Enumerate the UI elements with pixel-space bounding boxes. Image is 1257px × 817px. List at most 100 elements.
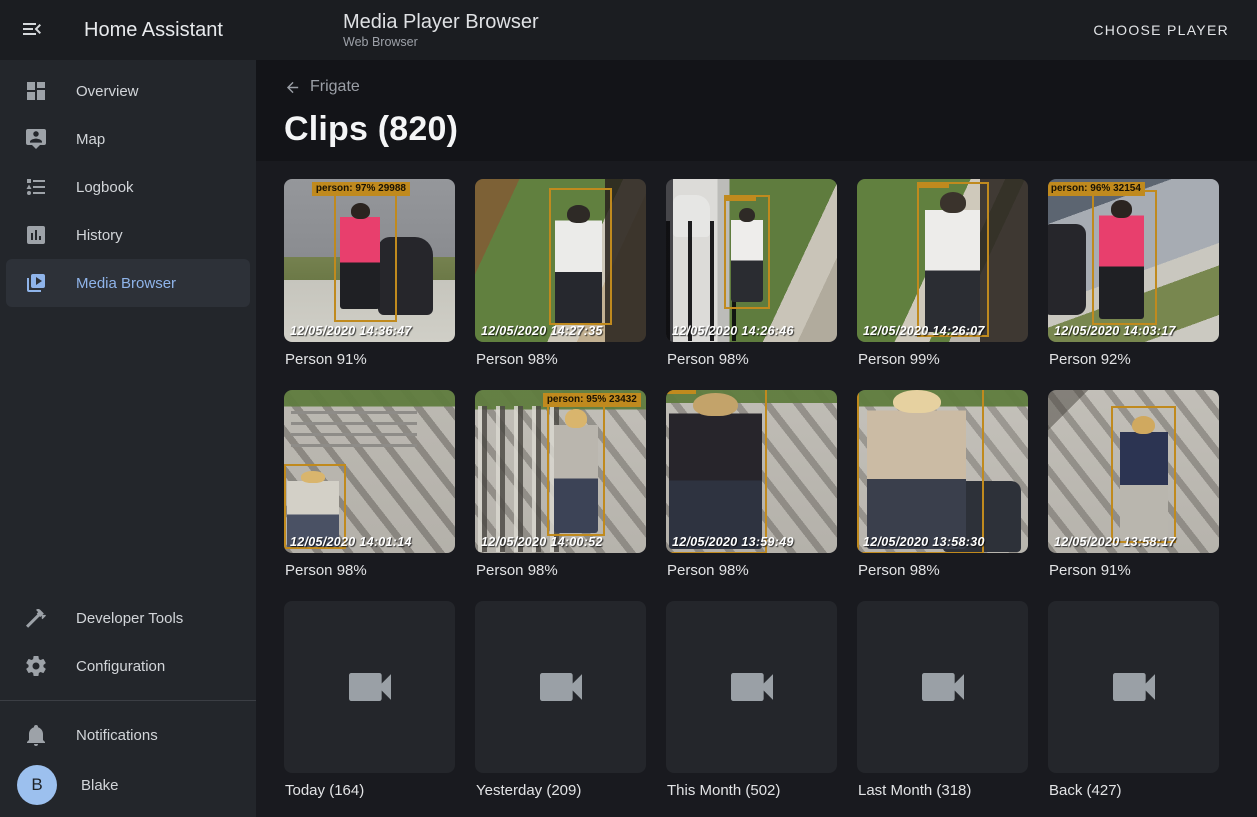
clip-cell: 12/05/2020 14:27:35 Person 98% [475,179,646,390]
detection-bounding-box [547,401,605,536]
clip-cell: 12/05/2020 13:58:30 Person 98% [857,390,1028,601]
clip-caption: Person 99% [858,351,1027,369]
folder-cell: Yesterday (209) [475,601,646,817]
video-icon [342,659,398,715]
clip-caption: Person 91% [285,351,454,369]
clip-timestamp-overlay: 12/05/2020 13:58:30 [863,535,985,549]
clip-thumbnail[interactable]: 12/05/2020 13:58:30 [857,390,1028,553]
clip-timestamp-overlay: 12/05/2020 14:00:52 [481,535,603,549]
detection-badge: person: 96% 32154 [1048,182,1145,196]
sidebar-item-overview[interactable]: Overview [6,67,250,115]
sidebar-item-label: Configuration [76,658,165,675]
page-header-subtitle: Web Browser [343,34,539,50]
sidebar-item-notifications[interactable]: Notifications [6,711,250,759]
sidebar-item-label: Developer Tools [76,610,183,627]
avatar: B [17,765,57,805]
media-folder-last-month[interactable] [857,601,1028,773]
clip-thumbnail[interactable]: 12/05/2020 13:58:17 [1048,390,1219,553]
page-title: Clips (820) [284,110,1257,149]
sidebar-item-label: History [76,227,123,244]
clip-timestamp-overlay: 12/05/2020 13:59:49 [672,535,794,549]
media-header: Frigate Clips (820) [256,60,1257,161]
detection-bounding-box [666,390,767,553]
clip-cell: 12/05/2020 14:26:46 Person 98% [666,179,837,390]
notifications-label: Notifications [76,727,158,744]
media-folder-this-month[interactable] [666,601,837,773]
clip-thumbnail[interactable]: 12/05/2020 13:59:49 [666,390,837,553]
clip-timestamp-overlay: 12/05/2020 14:26:07 [863,324,985,338]
media-folder-back[interactable] [1048,601,1219,773]
clip-thumbnail[interactable]: 12/05/2020 14:26:46 [666,179,837,342]
clip-cell: 12/05/2020 13:59:49 Person 98% [666,390,837,601]
media-folder-yesterday[interactable] [475,601,646,773]
clip-cell: 12/05/2020 14:26:07 Person 99% [857,179,1028,390]
menu-open-icon [20,17,44,44]
folder-cell: This Month (502) [666,601,837,817]
folder-cell: Back (427) [1048,601,1219,817]
breadcrumb-label: Frigate [310,78,360,96]
sidebar-item-profile[interactable]: B Blake [6,759,250,811]
detection-bounding-box [334,193,397,322]
sidebar-item-map[interactable]: Map [6,115,250,163]
clip-thumbnail[interactable]: person: 96% 3215412/05/2020 14:03:17 [1048,179,1219,342]
sidebar-item-label: Map [76,131,105,148]
clip-cell: 12/05/2020 14:01:14 Person 98% [284,390,455,601]
clip-caption: Person 98% [667,351,836,369]
sidebar-item-developer-tools[interactable]: Developer Tools [6,594,250,642]
user-name: Blake [81,777,119,794]
sidebar-item-label: Logbook [76,179,134,196]
clip-thumbnail[interactable]: person: 95% 2343212/05/2020 14:00:52 [475,390,646,553]
clip-timestamp-overlay: 12/05/2020 14:01:14 [290,535,412,549]
folder-cell: Last Month (318) [857,601,1028,817]
clip-thumbnail[interactable]: 12/05/2020 14:27:35 [475,179,646,342]
clip-cell: 12/05/2020 13:58:17Person 91% [1048,390,1219,601]
detection-bounding-box [1092,190,1157,325]
sidebar-item-label: Overview [76,83,139,100]
media-player-header: Media Player Browser Web Browser [343,0,539,60]
detection-bounding-box [724,195,770,309]
clip-thumbnail[interactable]: person: 97% 2998812/05/2020 14:36:47 [284,179,455,342]
hammer-icon [24,606,76,630]
media-grid: person: 97% 2998812/05/2020 14:36:47 Pers… [256,161,1257,817]
clip-caption: Person 98% [476,562,645,580]
clip-caption: Person 98% [285,562,454,580]
clip-timestamp-overlay: 12/05/2020 14:26:46 [672,324,794,338]
chart-box-icon [24,223,76,247]
folder-cell: Today (164) [284,601,455,817]
clip-timestamp-overlay: 12/05/2020 14:36:47 [290,324,412,338]
clip-timestamp-overlay: 12/05/2020 13:58:17 [1054,535,1176,549]
media-folder-today[interactable] [284,601,455,773]
account-tooltip-icon [24,127,76,151]
arrow-left-icon [284,79,301,96]
clip-cell: person: 96% 3215412/05/2020 14:03:17Pers… [1048,179,1219,390]
play-box-multiple-icon [24,271,76,295]
app-title: Home Assistant [84,19,223,42]
sidebar-item-logbook[interactable]: Logbook [6,163,250,211]
clip-caption: Person 98% [667,562,836,580]
clip-caption: Person 98% [476,351,645,369]
scene-object [291,404,418,446]
detection-bounding-box [1111,406,1176,543]
detection-bounding-box [917,182,989,337]
clip-thumbnail[interactable]: 12/05/2020 14:26:07 [857,179,1028,342]
clip-caption: Person 98% [858,562,1027,580]
clip-timestamp-overlay: 12/05/2020 14:27:35 [481,324,603,338]
video-icon [915,659,971,715]
sidebar-item-configuration[interactable]: Configuration [6,642,250,690]
sidebar-item-media-browser[interactable]: Media Browser [6,259,250,307]
sidebar-item-history[interactable]: History [6,211,250,259]
folder-label: Today (164) [285,782,454,800]
list-bulleted-icon [24,175,76,199]
video-icon [724,659,780,715]
sidebar-toggle-button[interactable] [12,10,52,50]
choose-player-button[interactable]: CHOOSE PLAYER [1085,14,1237,46]
gear-icon [24,654,76,678]
folder-label: Last Month (318) [858,782,1027,800]
breadcrumb-back[interactable]: Frigate [284,78,360,96]
sidebar-divider [0,700,256,701]
clip-thumbnail[interactable]: 12/05/2020 14:01:14 [284,390,455,553]
detection-bounding-box [549,188,612,325]
bell-icon [24,723,76,747]
folder-label: Back (427) [1049,782,1218,800]
video-icon [1106,659,1162,715]
